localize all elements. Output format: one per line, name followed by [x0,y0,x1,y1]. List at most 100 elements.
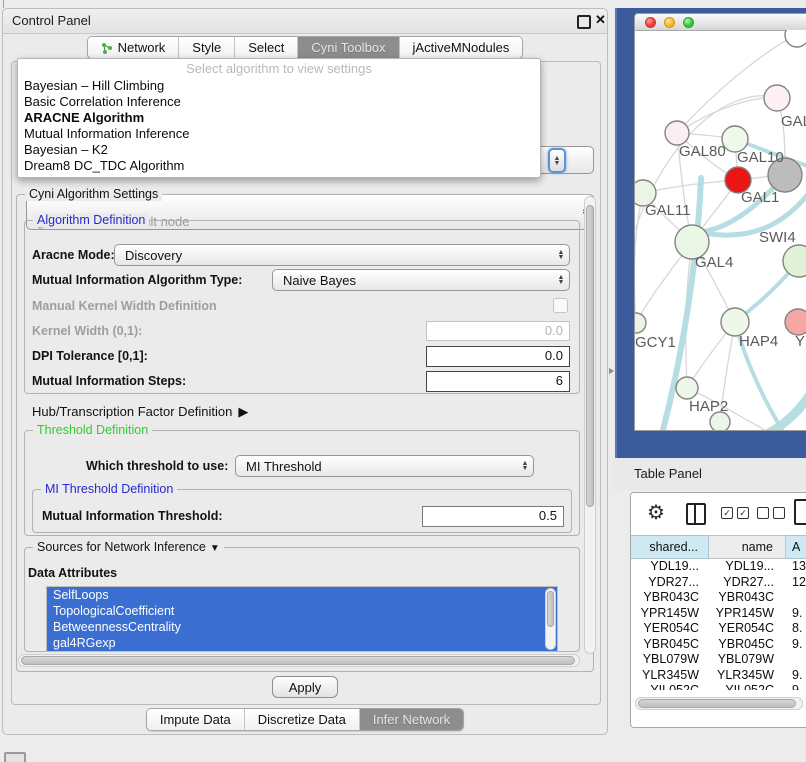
table-row[interactable]: YBR043CYBR043C [631,590,806,606]
top-tab-bar: NetworkStyle Select Cyni ToolboxjActiveMNo… [3,36,607,59]
network-canvas[interactable]: GALGAL80GAL10GAL1GAL11SWI4GAL4GCY1HAP4YH… [635,30,806,430]
tab-impute-data[interactable]: Impute Data [147,709,244,730]
column-view-icon[interactable] [686,503,706,525]
manual-kernel-width-checkbox[interactable] [553,298,568,313]
network-edge-thick [743,390,806,430]
table-cell: YDR27... [631,575,709,591]
network-node[interactable] [665,121,689,145]
tab-select[interactable]: Select [234,37,297,58]
new-column-icon[interactable] [794,499,806,525]
kernel-width-field[interactable]: 0.0 [426,321,570,341]
network-node[interactable] [635,313,646,333]
column-header[interactable]: name [709,535,786,559]
algorithm-option[interactable]: Mutual Information Inference [18,126,540,142]
minimized-panel-icon[interactable] [4,752,26,762]
dpi-tolerance-field[interactable]: 0.0 [426,346,570,367]
network-window-titlebar[interactable] [635,14,806,31]
table-row[interactable]: YBL079WYBL079W [631,652,806,668]
settings-vertical-scrollbar[interactable] [584,196,596,654]
mi-threshold-label: Mutual Information Threshold: [42,509,223,523]
close-traffic-light-icon[interactable] [645,17,656,28]
tab-discretize-data[interactable]: Discretize Data [244,709,359,730]
algorithm-option[interactable]: ARACNE Algorithm [18,110,540,126]
algorithm-option[interactable]: Dream8 DC_TDC Algorithm [18,158,540,174]
table-cell: 8. [786,621,806,637]
attribute-item[interactable]: BetweennessCentrality [47,619,557,635]
which-threshold-combobox[interactable]: MI Threshold ▲▼ [235,455,534,477]
algorithm-option[interactable]: Bayesian – K2 [18,142,540,158]
table-row[interactable]: YPR145WYPR145W9. [631,606,806,622]
node-label: GAL80 [679,143,726,160]
tab-cyni-toolbox[interactable]: Cyni Toolbox [297,37,398,58]
chevron-updown-icon: ▲▼ [553,275,569,285]
table-cell: YER054C [631,621,709,637]
tab-label: Discretize Data [258,712,346,727]
chevron-updown-icon: ▲▼ [517,461,533,471]
table-row[interactable]: YLR345WYLR345W9. [631,668,806,684]
table-cell: YDL19... [631,559,709,575]
apply-button[interactable]: Apply [272,676,338,698]
tab-infer-network[interactable]: Infer Network [359,709,463,730]
table-row[interactable]: YBR045CYBR045C9. [631,637,806,653]
table-row[interactable]: YDL19...YDL19...13 [631,559,806,575]
sources-title[interactable]: Sources for Network Inference▼ [33,540,224,554]
expand-arrow-icon: ▶ [238,404,248,419]
table-cell: YBL079W [631,652,709,668]
attribute-item[interactable]: SelfLoops [47,587,557,603]
attribute-item[interactable]: TopologicalCoefficient [47,603,557,619]
collapse-arrow-icon: ▼ [210,543,220,554]
close-icon[interactable]: ✕ [595,12,606,28]
deselect-all-checkboxes-icon[interactable] [757,507,785,519]
settings-horizontal-scrollbar[interactable] [18,654,580,667]
minimize-traffic-light-icon[interactable] [664,17,675,28]
zoom-traffic-light-icon[interactable] [683,17,694,28]
table-panel-window: ⚙ ✓✓ shared...nameA YDL19...YDL19...13YD… [630,492,806,728]
network-node[interactable] [785,309,806,335]
table-cell: YBR043C [631,590,709,606]
mi-steps-label: Mutual Information Steps: [32,374,186,388]
dpi-tolerance-label: DPI Tolerance [0,1]: [32,349,148,363]
aracne-mode-combobox[interactable]: Discovery ▲▼ [114,244,570,266]
network-node[interactable] [783,245,806,277]
data-attributes-label: Data Attributes [28,566,117,580]
screen: Control Panel ✕ NetworkStyleSelectCyni T… [0,0,806,762]
tab-network[interactable]: Network [88,37,179,58]
network-node[interactable] [721,308,749,336]
mi-threshold-definition-title: MI Threshold Definition [41,482,177,496]
data-attributes-list[interactable]: SelfLoopsTopologicalCoefficientBetweenne… [46,586,558,652]
table-row[interactable]: YER054CYER054C8. [631,621,806,637]
column-header[interactable]: A [786,535,806,559]
attributes-scrollbar[interactable] [545,588,556,650]
network-node[interactable] [764,85,790,111]
attribute-item[interactable]: gal4RGexp [47,635,557,651]
network-desktop: GALGAL80GAL10GAL1GAL11SWI4GAL4GCY1HAP4YH… [615,8,806,458]
tab-jactivemnodules[interactable]: jActiveMNodules [399,37,523,58]
scrollbar-thumb[interactable] [586,205,594,507]
table-row[interactable]: YIL052CYIL052C9 [631,683,806,690]
gear-icon[interactable]: ⚙ [647,500,665,525]
scrollbar-thumb[interactable] [21,656,575,665]
mi-algorithm-type-combobox[interactable]: Naive Bayes ▲▼ [272,269,570,291]
table-horizontal-scrollbar[interactable] [635,697,803,710]
table-cell: YBR045C [709,637,786,653]
scrollbar-thumb[interactable] [638,699,796,708]
scrollbar-thumb[interactable] [547,591,554,627]
hub-definition-toggle[interactable]: Hub/Transcription Factor Definition▶ [32,404,248,420]
tab-style[interactable]: Style [178,37,234,58]
table-toolbar: ⚙ ✓✓ [631,493,806,535]
float-window-icon[interactable] [577,15,591,29]
tab-label: Select [248,40,284,55]
algorithm-option[interactable]: Bayesian – Hill Climbing [18,78,540,94]
select-all-checkboxes-icon[interactable]: ✓✓ [721,507,749,519]
network-icon [101,42,113,54]
table-panel-title: Table Panel [634,466,702,481]
table-row[interactable]: YDR27...YDR27...12 [631,575,806,591]
column-header[interactable]: shared... [631,535,709,559]
node-label: HAP2 [689,398,728,415]
mi-threshold-field[interactable]: 0.5 [422,506,564,527]
network-node[interactable] [676,377,698,399]
inference-algorithm-combobox-stepper[interactable]: ▲▼ [548,148,566,173]
network-node[interactable] [785,30,806,47]
mi-steps-field[interactable]: 6 [426,371,570,392]
algorithm-option[interactable]: Basic Correlation Inference [18,94,540,110]
